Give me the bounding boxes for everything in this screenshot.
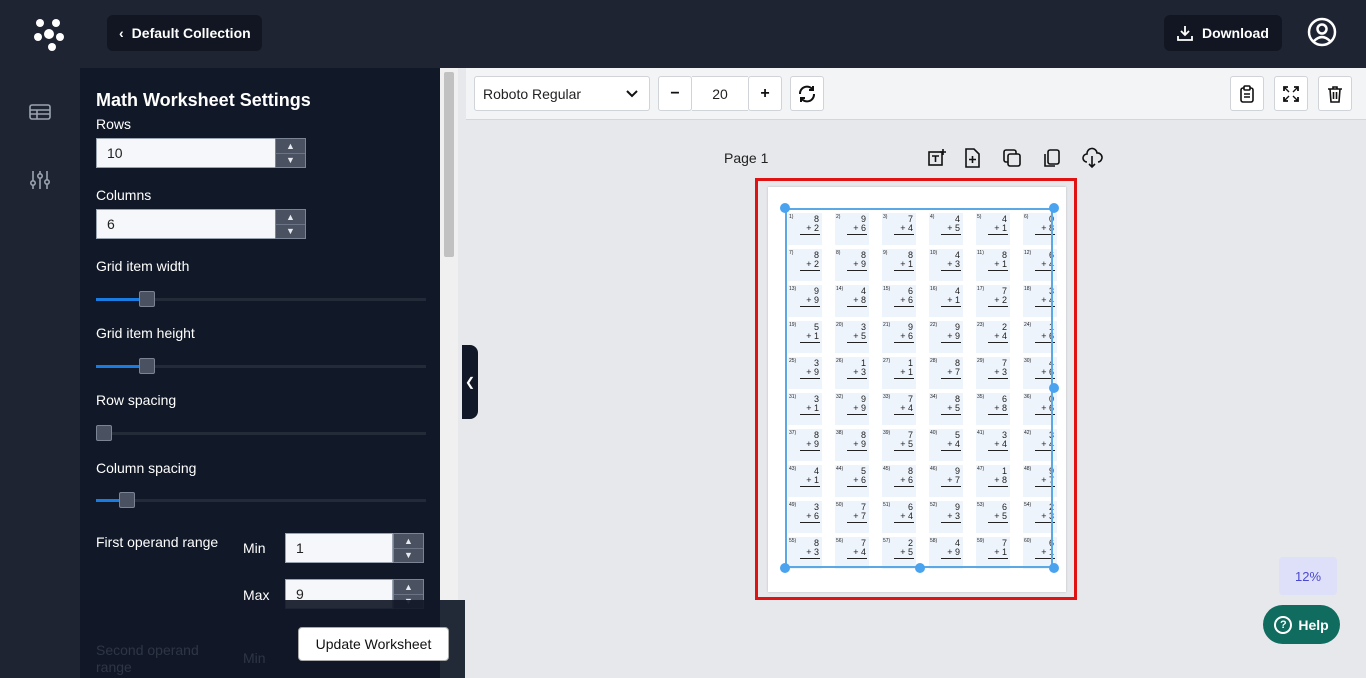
first-operand-range-label: First operand range	[96, 534, 219, 550]
chevron-left-icon: ❮	[464, 375, 476, 389]
first-operand-min-input[interactable]	[285, 533, 393, 563]
help-icon: ?	[1274, 615, 1293, 634]
update-worksheet-button[interactable]: Update Worksheet	[298, 627, 449, 661]
resize-handle[interactable]	[1049, 563, 1059, 573]
page-label: Page 1	[724, 150, 769, 166]
copy-icon[interactable]	[1041, 147, 1063, 169]
scrollbar-thumb[interactable]	[444, 72, 454, 257]
slider-thumb[interactable]	[139, 291, 155, 307]
column-spacing-slider[interactable]	[96, 492, 426, 508]
grid-item-height-label: Grid item height	[96, 325, 195, 341]
columns-label: Columns	[96, 187, 152, 203]
slider-thumb[interactable]	[139, 358, 155, 374]
grid-item-width-slider[interactable]	[96, 291, 426, 307]
fullscreen-button[interactable]	[1274, 76, 1308, 111]
refresh-icon	[799, 85, 815, 102]
account-icon[interactable]	[1306, 16, 1338, 48]
back-button-label: Default Collection	[131, 25, 251, 41]
chevron-down-icon	[626, 90, 638, 98]
back-to-collection-button[interactable]: ‹ Default Collection	[107, 15, 262, 51]
settings-scrollbar[interactable]	[440, 68, 458, 600]
editor-toolbar: Roboto Regular − 20 +	[466, 68, 1366, 120]
trash-icon	[1328, 85, 1342, 103]
chevron-up-icon[interactable]: ▲	[394, 534, 423, 549]
resize-handle[interactable]	[1049, 383, 1059, 393]
clipboard-button[interactable]	[1230, 76, 1264, 111]
zoom-level: 12%	[1279, 557, 1337, 595]
slider-thumb[interactable]	[96, 425, 112, 441]
top-bar: ‹ Default Collection Download	[0, 0, 1366, 68]
download-label: Download	[1202, 25, 1269, 41]
slider-fill	[96, 499, 119, 502]
app-logo-icon[interactable]	[30, 15, 68, 53]
min-label: Min	[243, 540, 266, 556]
selection-box[interactable]	[785, 208, 1053, 568]
help-button[interactable]: ? Help	[1263, 605, 1340, 644]
grid-item-height-slider[interactable]	[96, 358, 426, 374]
settings-title: Math Worksheet Settings	[96, 90, 311, 110]
download-button[interactable]: Download	[1164, 15, 1282, 51]
sliders-icon[interactable]	[28, 168, 52, 192]
font-size-input[interactable]: 20	[692, 76, 748, 111]
refresh-button[interactable]	[790, 76, 824, 111]
column-spacing-label: Column spacing	[96, 460, 197, 476]
chevron-down-icon[interactable]: ▼	[276, 225, 305, 239]
chevron-left-icon: ‹	[119, 25, 124, 41]
slider-thumb[interactable]	[119, 492, 135, 508]
chevron-up-icon[interactable]: ▲	[394, 580, 423, 595]
second-min-label: Min	[243, 650, 266, 666]
resize-handle[interactable]	[780, 203, 790, 213]
chevron-down-icon[interactable]: ▼	[394, 549, 423, 563]
slider-fill	[96, 365, 139, 368]
rows-label: Rows	[96, 116, 132, 132]
resize-handle[interactable]	[1049, 203, 1059, 213]
settings-panel: Math Worksheet Settings Rows ▲ ▼ Columns…	[80, 68, 440, 678]
resize-handle[interactable]	[915, 563, 925, 573]
clipboard-icon	[1240, 84, 1254, 103]
chevron-down-icon[interactable]: ▼	[276, 154, 305, 168]
slider-fill	[96, 298, 139, 301]
left-rail	[0, 68, 80, 678]
chevron-up-icon[interactable]: ▲	[276, 139, 305, 154]
grid-item-width-label: Grid item width	[96, 258, 190, 274]
decrease-font-size-button[interactable]: −	[658, 76, 692, 111]
row-spacing-slider[interactable]	[96, 425, 426, 441]
first-operand-min-stepper[interactable]: ▲ ▼	[393, 533, 424, 563]
second-operand-range-label: Second operand range	[96, 642, 199, 675]
columns-stepper[interactable]: ▲ ▼	[275, 209, 306, 239]
worksheet-page[interactable]: 60) 6 + 1 59) 7 + 1 58) 4 + 9 57) 2 + 5 56) 7 + 4 55) 8 +…	[768, 187, 1066, 592]
row-spacing-label: Row spacing	[96, 392, 177, 408]
duplicate-icon[interactable]	[1001, 147, 1023, 169]
resize-handle[interactable]	[780, 563, 790, 573]
rows-stepper[interactable]: ▲ ▼	[275, 138, 306, 168]
page-preview[interactable]: 60) 6 + 1 59) 7 + 1 58) 4 + 9 57) 2 + 5 56) 7 + 4 55) 8 +…	[755, 178, 1077, 600]
expand-icon	[1283, 85, 1299, 102]
download-icon	[1177, 26, 1193, 41]
add-page-icon[interactable]	[961, 147, 983, 169]
add-text-icon[interactable]	[926, 147, 948, 169]
collapse-panel-button[interactable]: ❮	[462, 345, 478, 419]
delete-button[interactable]	[1318, 76, 1352, 111]
font-select-value: Roboto Regular	[483, 85, 582, 102]
cloud-download-icon[interactable]	[1081, 147, 1103, 169]
chevron-up-icon[interactable]: ▲	[276, 210, 305, 225]
table-icon[interactable]	[28, 100, 52, 124]
help-label: Help	[1298, 616, 1329, 633]
font-select[interactable]: Roboto Regular	[474, 76, 650, 111]
increase-font-size-button[interactable]: +	[748, 76, 782, 111]
